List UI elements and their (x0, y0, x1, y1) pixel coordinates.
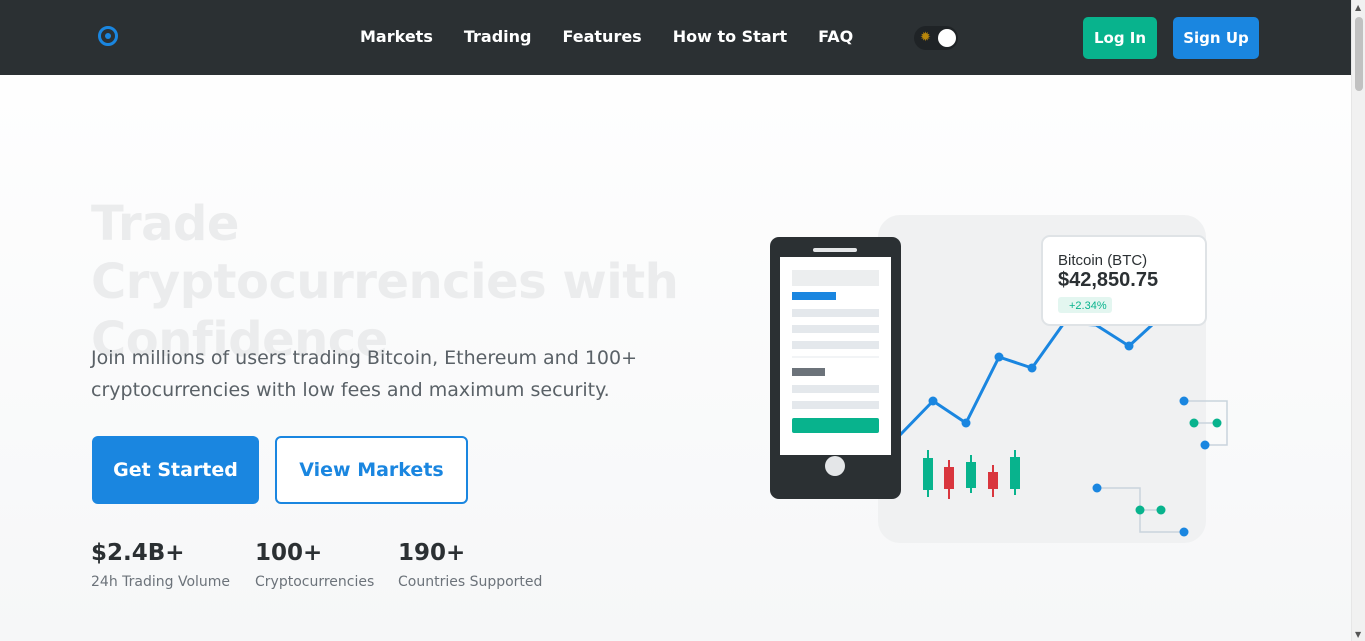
page-scrollbar[interactable]: ▲ ▼ (1351, 0, 1365, 641)
candle-down (944, 467, 954, 489)
scroll-up-icon[interactable]: ▲ (1355, 3, 1361, 12)
candle-up (923, 458, 933, 490)
top-navbar: Markets Trading Features How to Start FA… (0, 0, 1351, 75)
stat-countries: 190+ Countries Supported (398, 540, 542, 590)
candle-up (1010, 457, 1020, 489)
phone-home-button (825, 456, 845, 476)
sun-icon: ✹ (920, 30, 931, 45)
signup-button[interactable]: Sign Up (1173, 17, 1259, 59)
view-markets-button[interactable]: View Markets (275, 436, 468, 504)
stat-cryptocurrencies: 100+ Cryptocurrencies (255, 540, 374, 590)
nav-link-trading[interactable]: Trading (464, 27, 532, 46)
scroll-down-icon[interactable]: ▼ (1355, 630, 1361, 639)
nav-link-markets[interactable]: Markets (360, 27, 433, 46)
price-card-change: +2.34% (1069, 300, 1107, 312)
circuit-dot (1156, 505, 1166, 515)
nav-link-features[interactable]: Features (562, 27, 641, 46)
main-nav: Markets Trading Features How to Start FA… (360, 27, 884, 46)
hero-illustration: Bitcoin (BTC) $42,850.75 +2.34% (770, 215, 1228, 543)
trend-point (1124, 341, 1134, 351)
trend-point (961, 418, 971, 428)
candle-down (988, 472, 998, 489)
circuit-dot (1092, 483, 1102, 493)
circuit-dot (1179, 396, 1189, 406)
circuit-dot (1179, 527, 1189, 537)
nav-link-how-to-start[interactable]: How to Start (673, 27, 787, 46)
nav-link-faq[interactable]: FAQ (818, 27, 853, 46)
circuit-dot (1212, 418, 1222, 428)
stat-trading-volume: $2.4B+ 24h Trading Volume (91, 540, 230, 590)
login-button[interactable]: Log In (1083, 17, 1157, 59)
stat-value: $2.4B+ (91, 540, 185, 566)
trend-point (928, 396, 938, 406)
circuit-dot (1189, 418, 1199, 428)
theme-toggle[interactable]: ✹ (914, 26, 958, 50)
price-card: Bitcoin (BTC) $42,850.75 +2.34% (1041, 235, 1207, 326)
price-card-price: $42,850.75 (1058, 269, 1158, 291)
circuit-dot (1135, 505, 1145, 515)
stat-value: 100+ (255, 540, 323, 566)
get-started-button[interactable]: Get Started (92, 436, 259, 504)
toggle-knob (938, 29, 956, 47)
stat-value: 190+ (398, 540, 466, 566)
candle-up (966, 462, 976, 488)
trend-point (994, 352, 1004, 362)
stat-label: 24h Trading Volume (91, 574, 231, 590)
price-card-name: Bitcoin (BTC) (1058, 252, 1147, 269)
hero-subtitle: Join millions of users trading Bitcoin, … (91, 347, 637, 401)
trend-point (1027, 363, 1037, 373)
stat-label: Countries Supported (398, 574, 543, 590)
scroll-thumb[interactable] (1355, 17, 1363, 91)
stat-label: Cryptocurrencies (255, 574, 375, 590)
logo-icon[interactable] (98, 26, 118, 46)
phone-illustration (770, 237, 901, 499)
circuit-dot (1200, 440, 1210, 450)
